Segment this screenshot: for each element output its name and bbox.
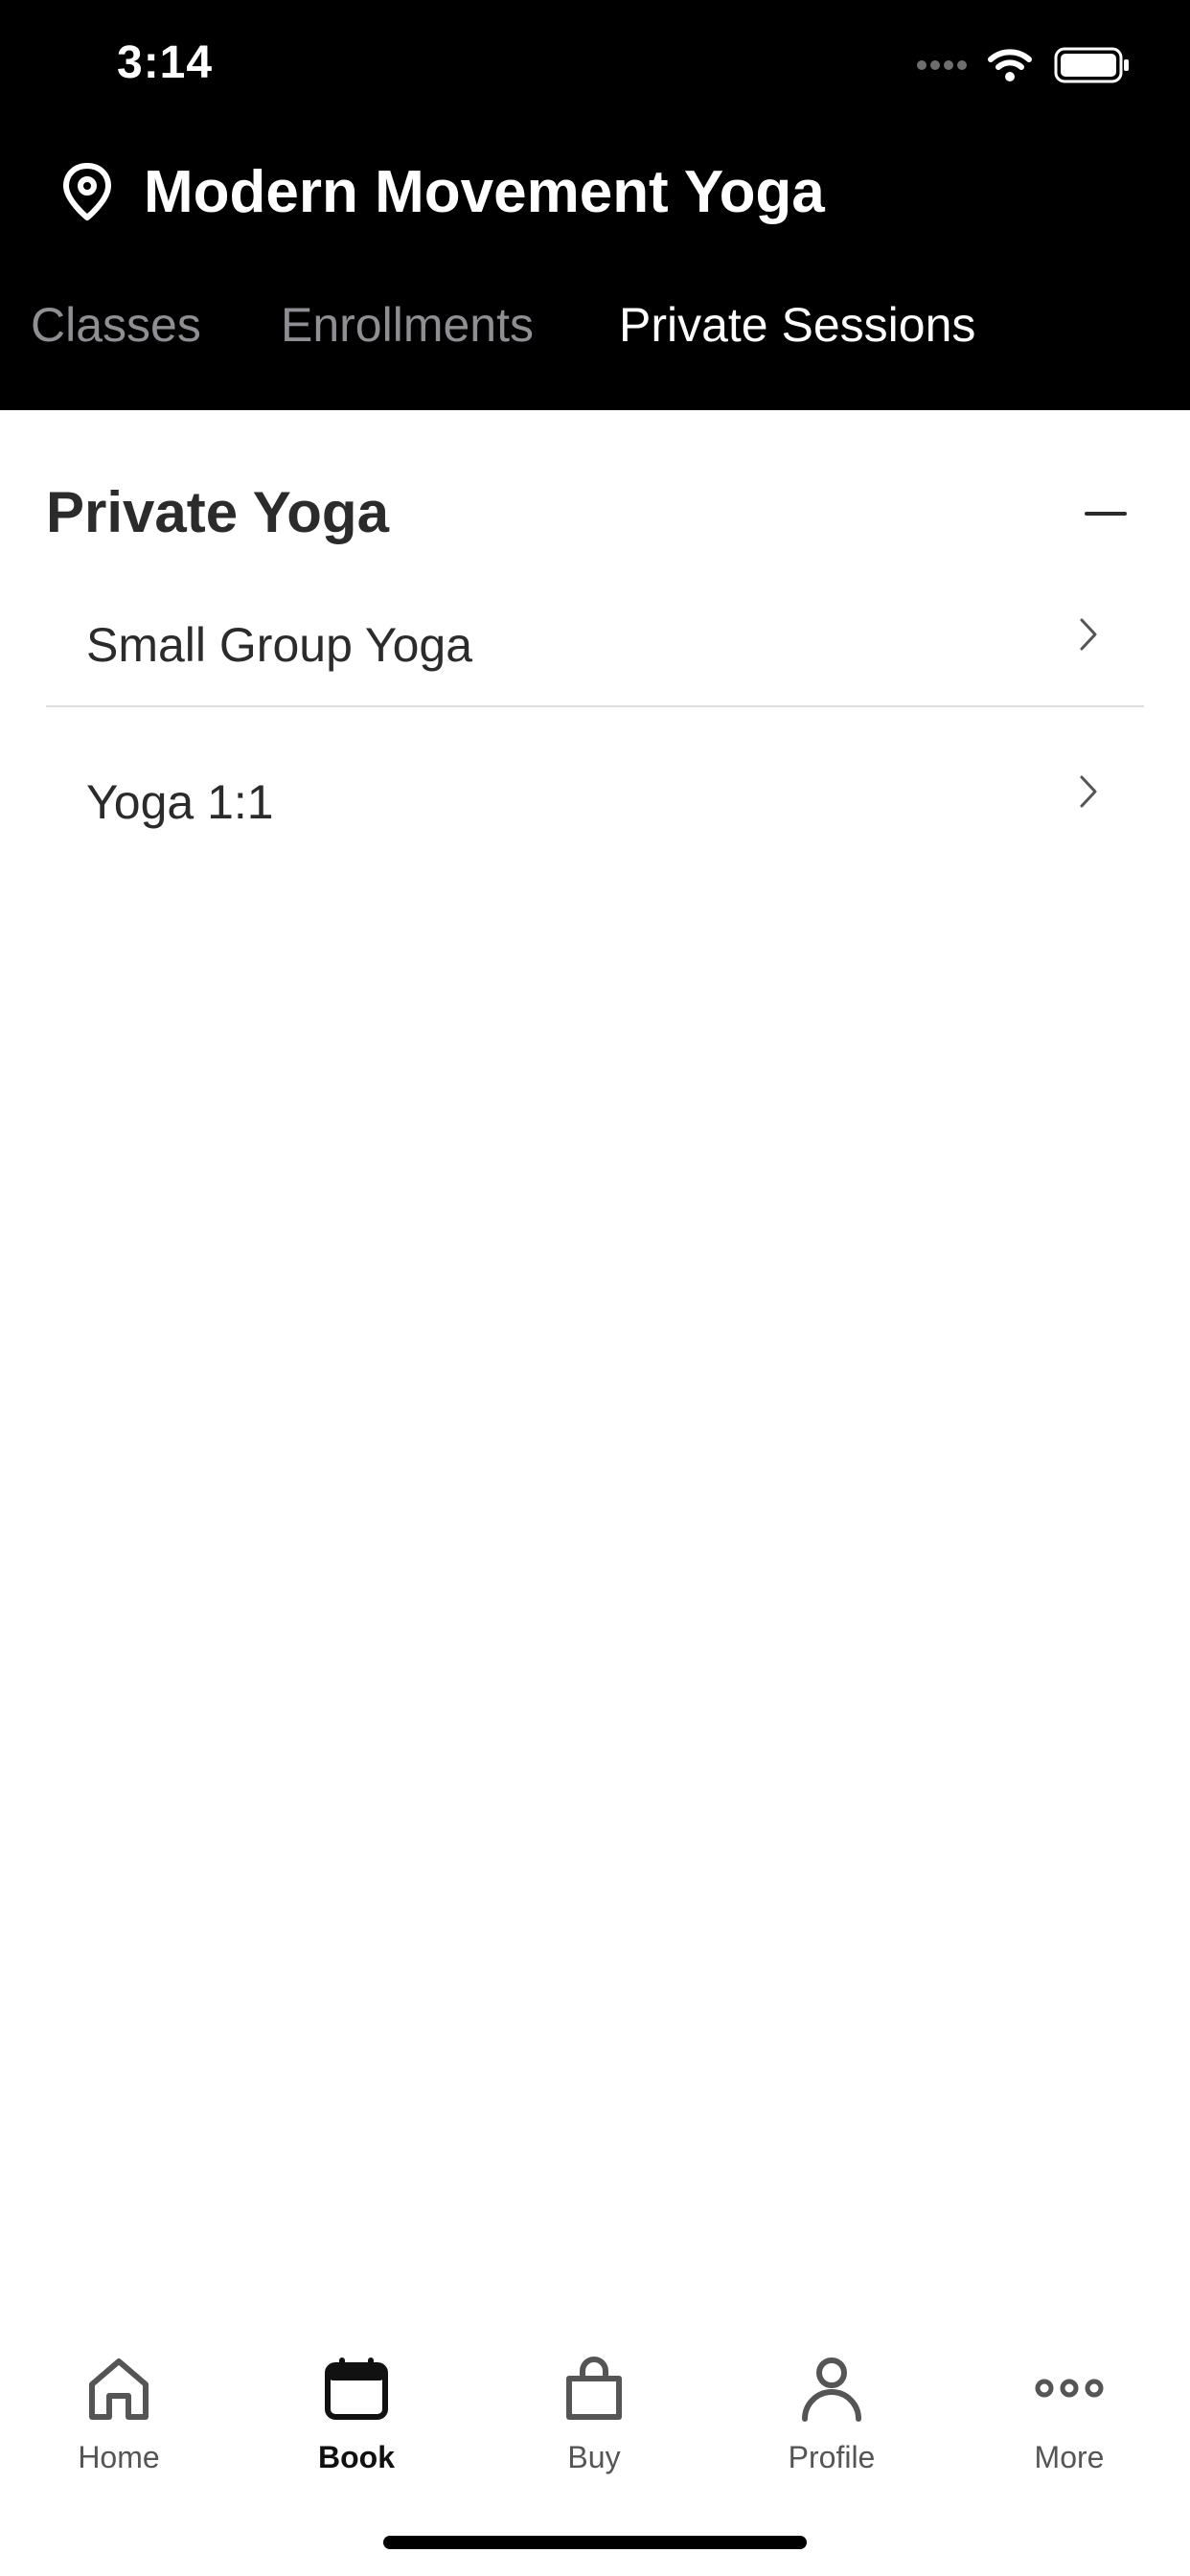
tab-bar-top: Classes Enrollments Private Sessions xyxy=(0,297,1190,374)
status-icons xyxy=(916,44,1131,86)
tabbar-label: Buy xyxy=(567,2440,621,2474)
tabbar-home[interactable]: Home xyxy=(23,2327,215,2480)
signal-icon xyxy=(917,60,967,70)
tabbar-more[interactable]: More xyxy=(973,2327,1165,2480)
shopping-bag-icon xyxy=(566,2357,622,2420)
session-list: Small Group Yoga Yoga 1:1 xyxy=(46,579,1144,851)
bottom-tab-bar: Home Book Buy Profile More xyxy=(0,2327,1190,2518)
list-item-yoga-1-1[interactable]: Yoga 1:1 xyxy=(46,707,1144,851)
tabbar-buy[interactable]: Buy xyxy=(498,2327,690,2480)
more-dots-icon xyxy=(1035,2379,1104,2398)
list-item-label: Yoga 1:1 xyxy=(86,775,274,829)
location-pin-icon xyxy=(63,163,111,220)
status-time: 3:14 xyxy=(117,37,214,88)
wifi-icon xyxy=(988,49,1032,81)
tab-enrollments[interactable]: Enrollments xyxy=(281,297,534,353)
tab-private-sessions[interactable]: Private Sessions xyxy=(619,297,975,353)
section-header[interactable]: Private Yoga xyxy=(46,479,1144,556)
list-item-label: Small Group Yoga xyxy=(86,618,473,672)
tabbar-profile[interactable]: Profile xyxy=(736,2327,927,2480)
location-selector[interactable]: Modern Movement Yoga xyxy=(59,153,825,230)
tab-classes[interactable]: Classes xyxy=(31,297,201,353)
list-item-small-group-yoga[interactable]: Small Group Yoga xyxy=(46,579,1144,707)
minus-icon xyxy=(1085,512,1127,516)
collapse-button[interactable] xyxy=(1081,485,1138,542)
person-icon xyxy=(802,2358,861,2422)
tabbar-label: More xyxy=(1034,2440,1105,2474)
studio-name: Modern Movement Yoga xyxy=(144,158,825,225)
battery-icon xyxy=(1054,47,1129,83)
section-title: Private Yoga xyxy=(46,480,389,544)
home-icon xyxy=(89,2358,149,2420)
chevron-right-icon xyxy=(1080,775,1097,808)
tabbar-label: Profile xyxy=(788,2440,876,2474)
tabbar-label: Home xyxy=(78,2440,160,2474)
home-indicator xyxy=(383,2536,807,2549)
header: 3:14 Modern Movement Yoga Classes Enroll… xyxy=(0,0,1190,410)
tabbar-book[interactable]: Book xyxy=(261,2327,452,2480)
chevron-right-icon xyxy=(1080,618,1097,651)
calendar-icon xyxy=(325,2358,388,2420)
screen: 3:14 Modern Movement Yoga Classes Enroll… xyxy=(0,0,1190,2576)
tabbar-label: Book xyxy=(318,2440,395,2474)
